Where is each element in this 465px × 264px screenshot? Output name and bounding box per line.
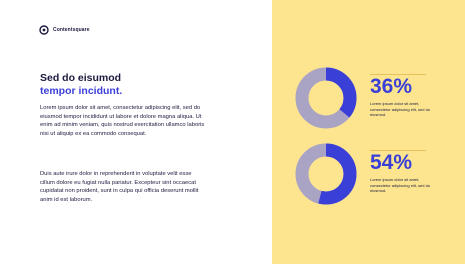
- left-panel: Contentsquare Sed do eisumod tempor inci…: [0, 0, 272, 264]
- stat-caption: Lorem ipsum dolor sit amet, consectetur …: [370, 177, 431, 194]
- stat-value: 54%: [370, 151, 413, 174]
- stat-block-1: 36% Lorem ipsum dolor sit amet, consecte…: [294, 66, 444, 132]
- slide: Contentsquare Sed do eisumod tempor inci…: [0, 0, 465, 264]
- body-paragraph-2: Duis aute irure dolor in reprehenderit i…: [40, 171, 199, 203]
- donut-chart-2: [295, 143, 357, 205]
- brand-logo: Contentsquare: [39, 25, 90, 35]
- headline-line-2: tempor incidunt.: [40, 85, 123, 97]
- brand-name: Contentsquare: [53, 27, 90, 33]
- headline-line-1: Sed do eisumod: [40, 72, 122, 84]
- stat-caption: Lorem ipsum dolor sit amet, consectetur …: [370, 101, 431, 118]
- body-paragraph-1: Lorem ipsum dolor sit amet, consectetur …: [40, 105, 205, 137]
- stats-panel: [272, 0, 465, 264]
- stat-value: 36%: [370, 75, 413, 98]
- donut-chart-1: [295, 67, 357, 129]
- contentsquare-logo-icon: [39, 25, 49, 35]
- headline: Sed do eisumod tempor incidunt.: [40, 72, 255, 98]
- stat-block-2: 54% Lorem ipsum dolor sit amet, consecte…: [294, 142, 444, 208]
